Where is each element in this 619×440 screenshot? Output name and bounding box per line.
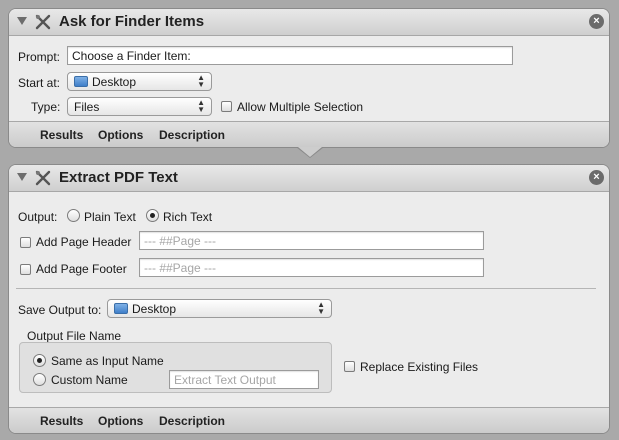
automator-tools-icon xyxy=(35,14,51,30)
folder-icon xyxy=(114,303,128,314)
save-output-value: Desktop xyxy=(132,302,177,316)
prompt-field[interactable]: Choose a Finder Item: xyxy=(67,46,513,65)
replace-existing-checkbox[interactable] xyxy=(344,361,355,372)
folder-icon xyxy=(74,76,88,87)
allow-multiple-checkbox[interactable] xyxy=(221,101,232,112)
rich-text-radio[interactable] xyxy=(146,209,159,222)
close-icon[interactable]: × xyxy=(589,170,604,185)
action-ask-for-finder-items: Ask for Finder Items × Prompt: Choose a … xyxy=(8,8,610,148)
action-title: Ask for Finder Items xyxy=(59,13,205,30)
disclosure-triangle-icon[interactable] xyxy=(17,173,27,181)
replace-existing-label: Replace Existing Files xyxy=(360,360,479,374)
plain-text-radio[interactable] xyxy=(67,209,80,222)
allow-multiple-label: Allow Multiple Selection xyxy=(237,100,364,114)
custom-name-radio[interactable] xyxy=(33,373,46,386)
add-page-footer-checkbox[interactable] xyxy=(20,264,31,275)
page-footer-field[interactable]: --- ##Page --- xyxy=(139,258,484,277)
close-icon[interactable]: × xyxy=(589,14,604,29)
type-value: Files xyxy=(74,100,100,114)
action-footer: Results Options Description xyxy=(9,121,609,147)
custom-name-field[interactable]: Extract Text Output xyxy=(169,370,319,389)
rich-text-label: Rich Text xyxy=(163,210,213,224)
popup-arrows-icon: ▲ ▼ xyxy=(197,98,205,114)
start-at-label: Start at: xyxy=(18,76,61,90)
save-output-popup[interactable]: Desktop ▲ ▼ xyxy=(107,299,332,318)
popup-arrows-icon: ▲ ▼ xyxy=(197,73,205,89)
same-as-input-radio[interactable] xyxy=(33,354,46,367)
add-page-header-label: Add Page Header xyxy=(36,235,132,249)
divider xyxy=(16,288,596,289)
popup-arrows-icon: ▲ ▼ xyxy=(317,300,325,316)
start-at-value: Desktop xyxy=(92,75,137,89)
automator-tools-icon xyxy=(35,170,51,186)
add-page-footer-label: Add Page Footer xyxy=(36,262,127,276)
action-extract-pdf-text: Extract PDF Text × Output: Plain Text Ri… xyxy=(8,164,610,434)
prompt-label: Prompt: xyxy=(18,50,61,64)
action-title: Extract PDF Text xyxy=(59,169,178,186)
action-footer: Results Options Description xyxy=(9,407,609,433)
output-label: Output: xyxy=(18,210,58,224)
save-output-label: Save Output to: xyxy=(18,303,102,317)
action-title-bar[interactable]: Extract PDF Text × xyxy=(9,165,609,192)
output-file-name-label: Output File Name xyxy=(27,329,122,343)
tab-results[interactable]: Results xyxy=(40,128,83,142)
action-connector-fill xyxy=(298,147,322,157)
action-title-bar[interactable]: Ask for Finder Items × xyxy=(9,9,609,36)
tab-results[interactable]: Results xyxy=(40,414,83,428)
start-at-popup[interactable]: Desktop ▲ ▼ xyxy=(67,72,212,91)
type-label: Type: xyxy=(31,100,61,114)
type-popup[interactable]: Files ▲ ▼ xyxy=(67,97,212,116)
plain-text-label: Plain Text xyxy=(84,210,136,224)
same-as-input-label: Same as Input Name xyxy=(51,354,164,368)
disclosure-triangle-icon[interactable] xyxy=(17,17,27,25)
tab-options[interactable]: Options xyxy=(98,128,143,142)
page-header-field[interactable]: --- ##Page --- xyxy=(139,231,484,250)
tab-options[interactable]: Options xyxy=(98,414,143,428)
tab-description[interactable]: Description xyxy=(159,414,225,428)
output-file-name-group: Same as Input Name Custom Name Extract T… xyxy=(19,342,332,393)
custom-name-label: Custom Name xyxy=(51,373,128,387)
add-page-header-checkbox[interactable] xyxy=(20,237,31,248)
tab-description[interactable]: Description xyxy=(159,128,225,142)
